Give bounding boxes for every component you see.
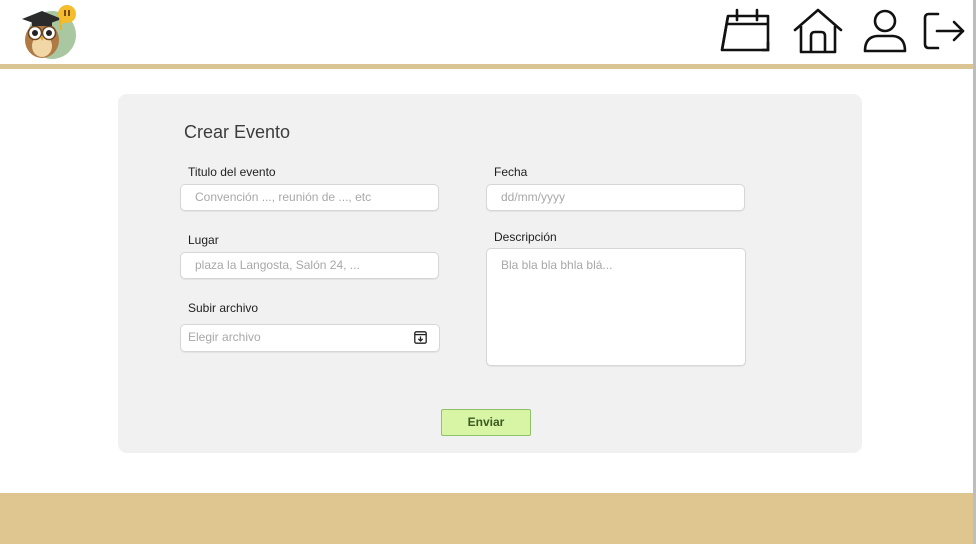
download-box-icon[interactable] [414, 331, 427, 344]
submit-button[interactable]: Enviar [441, 409, 531, 436]
logout-icon[interactable] [920, 6, 966, 56]
footer-band [0, 493, 973, 544]
description-label: Descripción [494, 230, 557, 244]
header-divider [0, 64, 973, 69]
date-input[interactable]: dd/mm/yyyy [486, 184, 745, 211]
file-picker-placeholder: Elegir archivo [188, 330, 261, 344]
date-label: Fecha [494, 165, 528, 179]
top-bar [0, 0, 973, 64]
event-title-input[interactable]: Convención ..., reunión de ..., etc [180, 184, 439, 211]
upload-label: Subir archivo [188, 301, 259, 315]
home-icon[interactable] [791, 6, 845, 56]
file-picker[interactable]: Elegir archivo [180, 324, 440, 352]
place-label: Lugar [188, 233, 219, 247]
owl-logo[interactable] [12, 2, 82, 62]
place-input[interactable]: plaza la Langosta, Salón 24, ... [180, 252, 439, 279]
calendar-icon[interactable] [718, 6, 772, 56]
form-title: Crear Evento [184, 122, 291, 142]
event-title-label: Titulo del evento [188, 165, 276, 179]
user-icon[interactable] [862, 6, 908, 56]
create-event-card: Crear Evento Titulo del evento Convenció… [118, 94, 862, 453]
description-textarea[interactable]: Bla bla bla bhla blá... [486, 248, 746, 366]
